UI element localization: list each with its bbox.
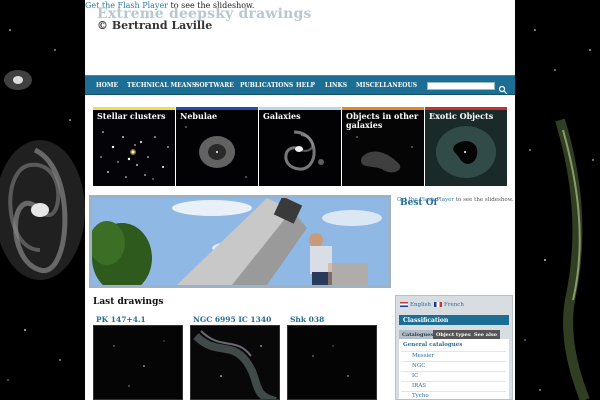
language-english[interactable]: English [400, 302, 431, 308]
main-page: Get the Flash Player to see the slidesho… [85, 0, 515, 400]
search-icon[interactable] [498, 80, 508, 95]
category-label: Stellar clusters [97, 111, 166, 121]
divider [401, 351, 506, 352]
classification-sidebar: English French Classification Catalogues… [395, 295, 513, 400]
category-objects-in-other-galaxies[interactable]: Objects in other galaxies [342, 107, 424, 186]
nav-help[interactable]: HELP [296, 82, 315, 89]
language-french-label: French [444, 302, 464, 308]
category-stellar-clusters[interactable]: Stellar clusters [93, 107, 175, 186]
drawing-thumbnail[interactable] [190, 325, 280, 400]
category-color-bar [176, 107, 258, 110]
tree-item-tycho[interactable]: Tycho [412, 393, 429, 399]
divider [401, 371, 506, 372]
category-exotic-objects[interactable]: Exotic Objects [425, 107, 507, 186]
divider [401, 361, 506, 362]
category-nebulae[interactable]: Nebulae [176, 107, 258, 186]
drawing-link-pk147[interactable]: PK 147+4.1 [96, 315, 146, 324]
france-flag-icon [434, 302, 442, 307]
tree-item-messier[interactable]: Messier [412, 353, 434, 359]
language-english-label: English [410, 302, 431, 308]
tab-object-types[interactable]: Object types [433, 330, 474, 339]
bestof-flash-notice-text: to see the slideshow. [455, 197, 514, 203]
background-left-galaxy [0, 0, 85, 400]
category-color-bar [259, 107, 341, 110]
category-galaxies[interactable]: Galaxies [259, 107, 341, 186]
tree-item-iras[interactable]: IRAS [412, 383, 426, 389]
category-label: Galaxies [263, 111, 301, 121]
drawing-link-ngc6995[interactable]: NGC 6995 IC 1340 [193, 315, 271, 324]
drawing-thumbnail[interactable] [93, 325, 183, 400]
drawing-thumbnail[interactable] [287, 325, 377, 400]
tab-see-also[interactable]: See also [471, 330, 501, 339]
tree-item-ngc[interactable]: NGC [412, 363, 425, 369]
tab-catalogues[interactable]: Catalogues [399, 330, 437, 339]
drawing-link-shk038[interactable]: Shk 038 [290, 315, 324, 324]
background-right-nebula [515, 0, 600, 400]
divider [401, 381, 506, 382]
divider [401, 391, 506, 392]
language-french[interactable]: French [434, 302, 464, 308]
tree-item-ic[interactable]: IC [412, 373, 418, 379]
search-input[interactable] [427, 82, 495, 90]
nav-links[interactable]: LINKS [325, 82, 347, 89]
main-navbar: HOME TECHNICAL MEANS SOFTWARE PUBLICATIO… [85, 75, 515, 95]
nav-software[interactable]: SOFTWARE [195, 82, 234, 89]
classification-title: Classification [399, 315, 509, 325]
category-color-bar [425, 107, 507, 110]
category-label: Objects in other galaxies [346, 111, 419, 130]
nav-miscellaneous[interactable]: MISCELLANEOUS [356, 82, 417, 89]
best-of-title: Best Of [400, 198, 438, 208]
category-label: Nebulae [180, 111, 218, 121]
uk-flag-icon [400, 302, 408, 307]
category-color-bar [342, 107, 424, 110]
tree-root-general-catalogues[interactable]: General catalogues [403, 342, 462, 348]
site-author: © Bertrand Laville [97, 19, 213, 32]
category-label: Exotic Objects [429, 111, 494, 121]
last-drawings-title: Last drawings [93, 297, 164, 307]
catalogue-tree: General catalogues Messier NGC IC IRAS T… [399, 339, 509, 399]
slideshow-photo[interactable] [89, 195, 391, 288]
nav-publications[interactable]: PUBLICATIONS [240, 82, 293, 89]
nav-technical-means[interactable]: TECHNICAL MEANS [127, 82, 196, 89]
category-color-bar [93, 107, 175, 110]
nav-home[interactable]: HOME [96, 82, 118, 89]
